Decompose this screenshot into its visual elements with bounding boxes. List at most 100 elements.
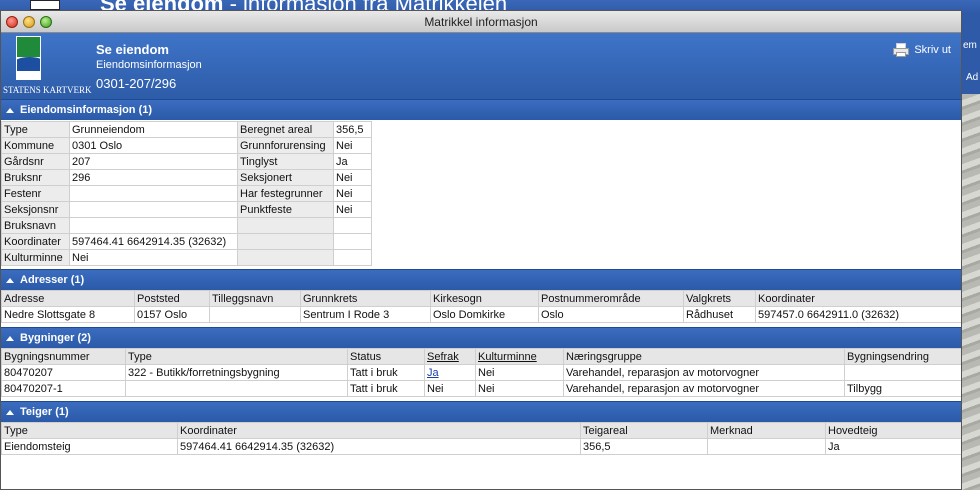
section-eiendom-header[interactable]: Eiendomsinformasjon (1) [1, 99, 961, 120]
printer-icon [893, 43, 910, 57]
column-header: Merknad [707, 422, 826, 439]
section-bygninger-title: Bygninger (2) [20, 332, 91, 344]
field-label: Kulturminne [1, 249, 70, 266]
background-text-1: em [963, 40, 977, 51]
page-title: Se eiendom [96, 42, 169, 57]
table-cell: Eiendomsteig [1, 438, 178, 455]
field-value [333, 217, 372, 234]
table-cell: Ja [825, 438, 961, 455]
field-label [237, 233, 334, 250]
field-label [237, 217, 334, 234]
table-cell: 597464.41 6642914.35 (32632) [177, 438, 581, 455]
table-row: 80470207 322 - Butikk/forretningsbygning T… [1, 364, 961, 381]
print-label: Skriv ut [914, 44, 951, 56]
table-cell: Sentrum I Rode 3 [300, 306, 431, 323]
field-value: Nei [69, 249, 238, 266]
table-cell: 597457.0 6642911.0 (32632) [755, 306, 961, 323]
table-row: Nedre Slottsgate 8 0157 Oslo Sentrum I Rod… [1, 306, 961, 323]
section-teiger-title: Teiger (1) [20, 406, 69, 418]
table-cell: Varehandel, reparasjon av motorvogner [563, 380, 845, 397]
table-row: Type Grunneiendom Beregnet areal 356,5 [1, 121, 372, 138]
window-title: Matrikkel informasjon [424, 15, 538, 29]
background-map-panel: em Ad [962, 14, 980, 490]
print-button[interactable]: Skriv ut [893, 43, 951, 57]
field-label [237, 249, 334, 266]
field-value [333, 249, 372, 266]
table-row: Bruksnavn [1, 217, 372, 234]
table-row: Kulturminne Nei [1, 249, 372, 266]
collapse-icon [6, 409, 14, 415]
matrikkel-window: Matrikkel informasjon STATENS KARTVERK S… [0, 10, 962, 490]
column-header[interactable]: Kulturminne [475, 348, 564, 365]
field-label: Gårdsnr [1, 153, 70, 170]
field-value: 207 [69, 153, 238, 170]
section-eiendom-title: Eiendomsinformasjon (1) [20, 104, 153, 116]
field-value: Nei [333, 137, 372, 154]
field-value: Ja [333, 153, 372, 170]
field-label: Bruksnavn [1, 217, 70, 234]
background-logo [30, 0, 60, 10]
field-value [69, 201, 238, 218]
column-header: Kirkesogn [430, 290, 539, 307]
table-cell: Varehandel, reparasjon av motorvogner [563, 364, 845, 381]
background-map[interactable] [962, 94, 980, 490]
table-cell: 80470207 [1, 364, 126, 381]
adresser-table: Adresse Poststed Tilleggsnavn Grunnkrets Kir… [1, 290, 961, 323]
column-header: Næringsgruppe [563, 348, 845, 365]
field-label: Grunnforurensing [237, 137, 334, 154]
table-cell: Nei [475, 380, 564, 397]
column-header: Teigareal [580, 422, 708, 439]
column-header[interactable]: Sefrak [424, 348, 476, 365]
table-row: 80470207-1 Tatt i bruk Nei Nei Varehandel, r… [1, 380, 961, 397]
table-cell: Tatt i bruk [347, 380, 425, 397]
field-value [69, 185, 238, 202]
table-cell: Tilbygg [844, 380, 961, 397]
column-header: Bygningsendring [844, 348, 961, 365]
column-header: Type [1, 422, 178, 439]
field-value: 0301 Oslo [69, 137, 238, 154]
column-header: Poststed [134, 290, 210, 307]
section-adresser-header[interactable]: Adresser (1) [1, 269, 961, 290]
table-cell: Oslo [538, 306, 684, 323]
collapse-icon [6, 107, 14, 113]
table-cell [125, 380, 348, 397]
window-titlebar[interactable]: Matrikkel informasjon [1, 11, 961, 33]
background-toolbar: em Ad [962, 14, 980, 94]
table-cell: Nei [424, 380, 476, 397]
table-cell: 356,5 [580, 438, 708, 455]
table-cell [844, 364, 961, 381]
collapse-icon [6, 335, 14, 341]
logo-text: STATENS KARTVERK [3, 85, 92, 95]
column-header: Valgkrets [683, 290, 756, 307]
field-label: Beregnet areal [237, 121, 334, 138]
section-bygninger-header[interactable]: Bygninger (2) [1, 327, 961, 348]
table-cell: 80470207-1 [1, 380, 126, 397]
section-adresser-title: Adresser (1) [20, 274, 85, 286]
field-label: Koordinater [1, 233, 70, 250]
column-header: Tilleggsnavn [209, 290, 301, 307]
table-cell[interactable]: Ja [424, 364, 476, 381]
kartverket-logo: STATENS KARTVERK [3, 35, 92, 97]
field-value: Nei [333, 185, 372, 202]
column-header: Status [347, 348, 425, 365]
table-cell: Tatt i bruk [347, 364, 425, 381]
page-subtitle: Eiendomsinformasjon [96, 59, 202, 71]
field-label: Festenr [1, 185, 70, 202]
table-cell: 0157 Oslo [134, 306, 210, 323]
column-header: Hovedteig [825, 422, 961, 439]
table-cell [707, 438, 826, 455]
table-cell: Nei [475, 364, 564, 381]
table-row: Koordinater 597464.41 6642914.35 (32632) [1, 233, 372, 250]
field-value: Grunneiendom [69, 121, 238, 138]
field-value: Nei [333, 201, 372, 218]
table-cell: Rådhuset [683, 306, 756, 323]
column-header: Koordinater [177, 422, 581, 439]
eiendom-table: Type Grunneiendom Beregnet areal 356,5 Kommu… [1, 121, 372, 266]
section-teiger-header[interactable]: Teiger (1) [1, 401, 961, 422]
table-row: Kommune 0301 Oslo Grunnforurensing Nei [1, 137, 372, 154]
teiger-table: Type Koordinater Teigareal Merknad Hovedteig… [1, 422, 961, 455]
field-label: Seksjonert [237, 169, 334, 186]
field-value: 296 [69, 169, 238, 186]
table-row: Gårdsnr 207 Tinglyst Ja [1, 153, 372, 170]
field-label: Punktfeste [237, 201, 334, 218]
